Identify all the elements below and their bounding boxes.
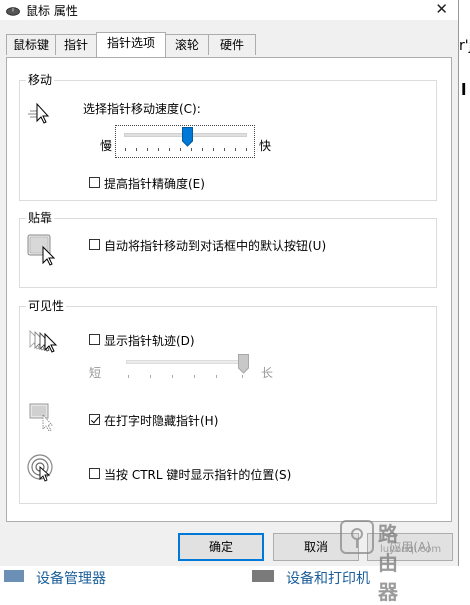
snap-to-default-checkbox[interactable] (89, 239, 100, 250)
trails-tick (216, 375, 217, 378)
watermark-text-en: luyouqi.com (380, 544, 442, 555)
pointer-speed-slider[interactable] (115, 125, 255, 158)
speed-tick (136, 148, 137, 151)
tab-panel: 移动 选择指针移动速度(C): 慢 快 提高指针精确度(E) 贴靠 自动将指针移… (6, 57, 452, 522)
trails-tick (242, 375, 243, 378)
enhance-precision-label[interactable]: 提高指针精确度(E) (104, 175, 205, 192)
show-location-ctrl-checkbox[interactable] (89, 468, 100, 479)
slow-label: 慢 (100, 139, 113, 153)
visibility-group: 可见性 显示指针轨迹(D) 短 长 在打字时隐藏指针(H) 当按 CTRL 键时… (19, 297, 437, 504)
pointer-speed-label: 选择指针移动速度(C): (83, 102, 201, 116)
title-bar: 鼠标 属性 ✕ (0, 0, 458, 20)
trails-tick (128, 375, 129, 378)
fast-label: 快 (259, 139, 272, 153)
snap-to-icon (26, 231, 58, 270)
speed-tick (202, 148, 203, 151)
show-location-icon (26, 453, 56, 486)
speed-tick (125, 148, 126, 151)
speed-tick (246, 148, 247, 151)
hide-while-typing-icon (28, 401, 58, 434)
trails-long-label: 长 (261, 366, 274, 380)
background-window-text-2: l (461, 80, 467, 99)
snap-to-group: 贴靠 自动将指针移动到对话框中的默认按钮(U) (19, 209, 437, 288)
background-device-manager-link[interactable]: 设备管理器 (36, 568, 106, 588)
tab-pointers[interactable]: 指针 (55, 34, 97, 55)
tab-buttons[interactable]: 鼠标键 (6, 34, 56, 55)
speed-tick (147, 148, 148, 151)
trails-short-label: 短 (89, 366, 102, 380)
tab-hardware[interactable]: 硬件 (208, 34, 256, 55)
background-printer-icon (252, 570, 274, 582)
mouse-icon (6, 5, 20, 19)
speed-tick (191, 148, 192, 151)
background-window-text-1: r'ji (459, 38, 470, 54)
hide-while-typing-label[interactable]: 在打字时隐藏指针(H) (104, 412, 218, 429)
speed-slider-thumb[interactable] (182, 127, 193, 150)
ok-button[interactable]: 确定 (178, 533, 264, 561)
speed-tick (224, 148, 225, 151)
tab-wheel[interactable]: 滚轮 (165, 34, 209, 55)
show-location-ctrl-label[interactable]: 当按 CTRL 键时显示指针的位置(S) (104, 466, 291, 483)
tab-pointer-options[interactable]: 指针选项 (96, 32, 166, 57)
watermark: 路由器 luyouqi.com (340, 520, 441, 604)
speed-tick (158, 148, 159, 151)
trails-slider-thumb (238, 354, 249, 377)
snap-to-group-title: 贴靠 (26, 209, 55, 226)
background-device-icon (4, 570, 24, 582)
visibility-group-title: 可见性 (26, 297, 67, 314)
trails-tick (194, 375, 195, 378)
background-printers-link[interactable]: 设备和打印机 (286, 568, 370, 588)
speed-tick (169, 148, 170, 151)
watermark-text-cn: 路由器 (378, 522, 398, 604)
speed-tick (180, 148, 181, 151)
trails-slider-track (126, 360, 244, 364)
mouse-properties-dialog: 鼠标 属性 ✕ 鼠标键 指针 指针选项 滚轮 硬件 移动 选择指针移动速度(C)… (0, 0, 459, 604)
close-button[interactable]: ✕ (435, 0, 448, 18)
pointer-trails-icon (26, 327, 60, 360)
trails-tick (150, 375, 151, 378)
motion-group-title: 移动 (26, 71, 55, 88)
pointer-speed-icon (26, 101, 52, 128)
watermark-logo-icon (340, 520, 374, 554)
trails-tick (172, 375, 173, 378)
snap-to-default-label[interactable]: 自动将指针移动到对话框中的默认按钮(U) (104, 237, 326, 254)
enhance-precision-checkbox[interactable] (89, 177, 100, 188)
pointer-trails-label[interactable]: 显示指针轨迹(D) (104, 332, 195, 349)
pointer-trails-slider[interactable] (126, 353, 250, 379)
speed-tick (235, 148, 236, 151)
pointer-trails-checkbox[interactable] (89, 334, 100, 345)
speed-tick (213, 148, 214, 151)
hide-while-typing-checkbox[interactable] (89, 414, 100, 425)
window-title: 鼠标 属性 (26, 4, 78, 18)
motion-group: 移动 选择指针移动速度(C): 慢 快 提高指针精确度(E) (19, 71, 437, 201)
